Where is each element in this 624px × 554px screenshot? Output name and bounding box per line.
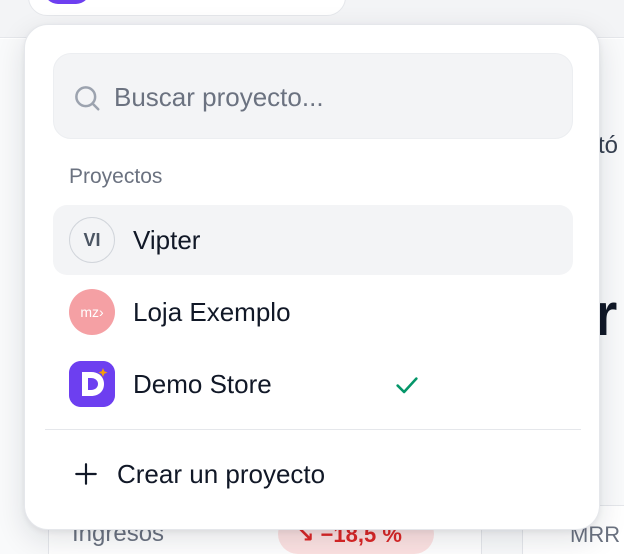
project-switcher-dropdown: Proyectos VI Vipter mz› Loja Exemplo Dem… bbox=[24, 24, 600, 530]
plus-icon bbox=[75, 463, 97, 485]
project-item-label: Demo Store bbox=[133, 369, 272, 399]
section-label-projects: Proyectos bbox=[69, 165, 163, 188]
demo-store-logo-icon bbox=[69, 361, 115, 407]
search-input[interactable] bbox=[114, 76, 554, 118]
project-item-label: Loja Exemplo bbox=[133, 297, 291, 327]
search-icon bbox=[75, 86, 100, 111]
background-text-fragment: tó bbox=[598, 132, 619, 159]
divider bbox=[45, 429, 581, 430]
create-project-button[interactable]: Crear un proyecto bbox=[53, 445, 573, 505]
project-item-vipter[interactable]: VI Vipter bbox=[53, 205, 573, 275]
project-item-label: Vipter bbox=[133, 225, 201, 255]
avatar: VI bbox=[69, 217, 115, 263]
check-icon bbox=[396, 377, 418, 394]
project-item-loja-exemplo[interactable]: mz› Loja Exemplo bbox=[53, 277, 573, 347]
create-project-label: Crear un proyecto bbox=[117, 459, 326, 489]
avatar: mz› bbox=[69, 289, 115, 335]
project-item-demo-store[interactable]: Demo Store bbox=[53, 349, 573, 419]
search-box[interactable] bbox=[53, 53, 573, 139]
